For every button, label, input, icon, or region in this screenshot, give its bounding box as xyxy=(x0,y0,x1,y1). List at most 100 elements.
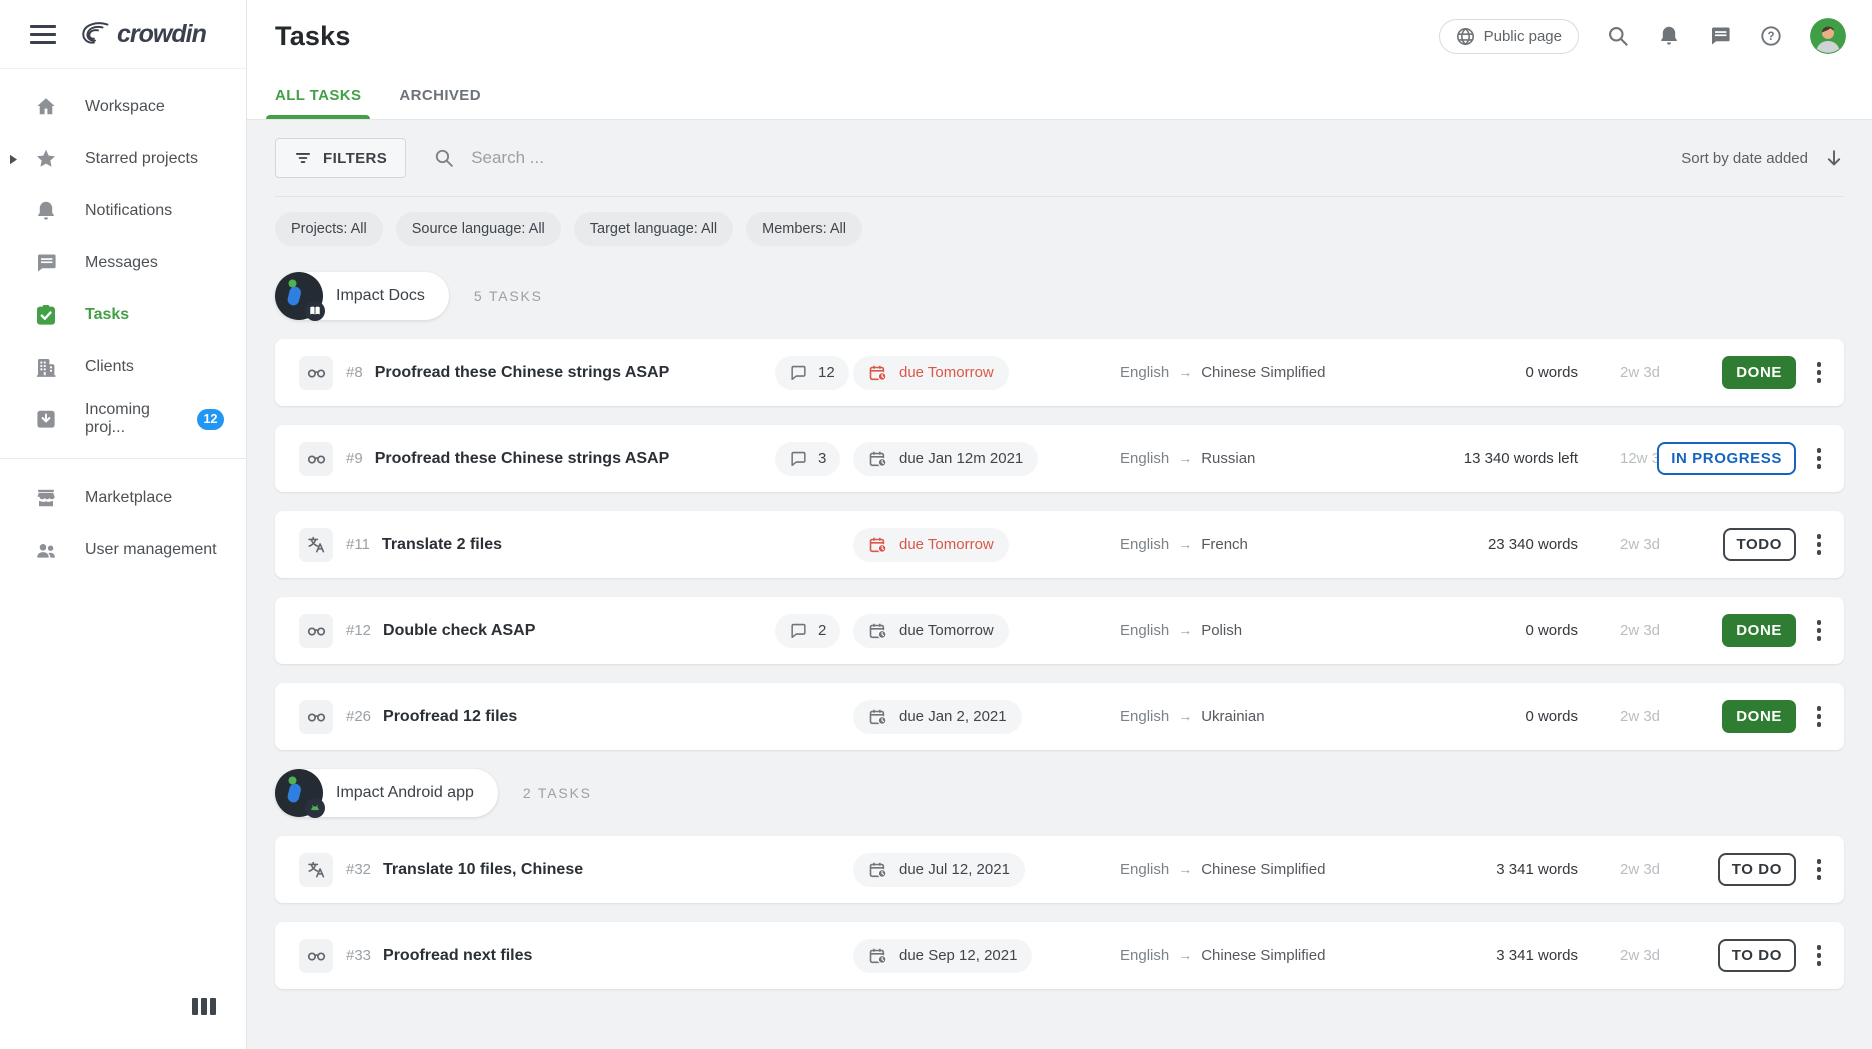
task-status: TODO xyxy=(1723,536,1796,554)
sidebar-item-label: User management xyxy=(85,541,217,559)
filter-chip[interactable]: Projects: All xyxy=(275,212,383,246)
task-due-label: due Jan 12m 2021 xyxy=(899,450,1023,467)
task-type-chip xyxy=(299,528,333,562)
sidebar-item-incoming-proj[interactable]: Incoming proj... 12 xyxy=(0,393,246,445)
task-title[interactable]: Translate 10 files, Chinese xyxy=(383,861,583,879)
sidebar-item-tasks[interactable]: Tasks xyxy=(0,289,246,341)
target-language: Polish xyxy=(1201,622,1242,639)
sidebar-item-workspace[interactable]: Workspace xyxy=(0,81,246,133)
building-icon xyxy=(34,355,58,379)
sidebar-item-clients[interactable]: Clients xyxy=(0,341,246,393)
task-title[interactable]: Proofread next files xyxy=(383,947,532,965)
status-badge: TO DO xyxy=(1718,939,1796,972)
kebab-menu-icon[interactable] xyxy=(1812,357,1827,388)
help-icon[interactable]: ? xyxy=(1759,24,1783,48)
sidebar-nav-primary: Workspace Starred projects Notifications… xyxy=(0,69,246,445)
task-row[interactable]: #12 Double check ASAP 2 due Tomorrow Eng… xyxy=(275,597,1844,664)
calendar-clock-icon xyxy=(868,860,888,880)
sidebar-item-label: Tasks xyxy=(85,306,129,324)
task-row[interactable]: #26 Proofread 12 files due Jan 2, 2021 E… xyxy=(275,683,1844,750)
sidebar-header: crowdin xyxy=(0,0,246,69)
task-due-chip: due Tomorrow xyxy=(853,356,1009,390)
arrow-right-icon: → xyxy=(1178,947,1192,963)
task-status: DONE xyxy=(1722,622,1796,640)
filters-button-label: FILTERS xyxy=(323,150,387,167)
filter-chip[interactable]: Source language: All xyxy=(396,212,561,246)
sort-control[interactable]: Sort by date added xyxy=(1681,148,1844,168)
task-title[interactable]: Translate 2 files xyxy=(382,536,502,554)
task-status: DONE xyxy=(1722,364,1796,382)
search-box xyxy=(433,147,1681,169)
task-due-label: due Sep 12, 2021 xyxy=(899,947,1017,964)
sidebar-item-messages[interactable]: Messages xyxy=(0,237,246,289)
project-pill[interactable]: Impact Docs xyxy=(275,272,449,320)
kebab-menu-icon[interactable] xyxy=(1812,529,1827,560)
source-language: English xyxy=(1120,450,1169,467)
android-badge-icon xyxy=(309,802,321,814)
columns-view-icon[interactable] xyxy=(192,998,216,1015)
sidebar-item-marketplace[interactable]: Marketplace xyxy=(0,472,246,524)
public-page-button[interactable]: Public page xyxy=(1439,19,1579,54)
inbox-icon xyxy=(34,407,58,431)
sidebar-item-label: Starred projects xyxy=(85,150,198,168)
filter-chip[interactable]: Members: All xyxy=(746,212,862,246)
kebab-menu-icon[interactable] xyxy=(1812,701,1827,732)
sidebar-item-notifications[interactable]: Notifications xyxy=(0,185,246,237)
sidebar-item-starred-projects[interactable]: Starred projects xyxy=(0,133,246,185)
task-age-label: 2w 3d xyxy=(1620,622,1660,639)
task-comments-chip[interactable]: 2 xyxy=(775,614,840,648)
sidebar-item-user-management[interactable]: User management xyxy=(0,524,246,576)
task-title[interactable]: Proofread these Chinese strings ASAP xyxy=(375,364,670,382)
task-comments-chip[interactable]: 12 xyxy=(775,356,849,390)
proofread-glasses-icon xyxy=(306,620,327,641)
calendar-clock-icon xyxy=(868,707,888,727)
task-title[interactable]: Proofread these Chinese strings ASAP xyxy=(375,450,670,468)
task-title[interactable]: Double check ASAP xyxy=(383,622,535,640)
task-comments-chip[interactable]: 3 xyxy=(775,442,840,476)
filter-chip[interactable]: Target language: All xyxy=(574,212,733,246)
sidebar-item-label: Notifications xyxy=(85,202,172,220)
task-type-chip xyxy=(299,356,333,390)
tab-all-tasks[interactable]: ALL TASKS xyxy=(275,72,361,119)
task-groups: Impact Docs 5 TASKS #8 Proofread these C… xyxy=(275,272,1844,989)
task-due-label: due Jul 12, 2021 xyxy=(899,861,1010,878)
user-avatar[interactable] xyxy=(1810,18,1846,54)
arrow-right-icon: → xyxy=(1178,536,1192,552)
sidebar-item-label: Incoming proj... xyxy=(85,401,170,437)
kebab-menu-icon[interactable] xyxy=(1812,940,1827,971)
star-icon xyxy=(34,147,58,171)
caret-right-icon[interactable] xyxy=(9,154,18,165)
proofread-glasses-icon xyxy=(306,448,327,469)
search-input[interactable] xyxy=(469,147,1681,169)
messages-icon[interactable] xyxy=(1708,24,1732,48)
task-row[interactable]: #8 Proofread these Chinese strings ASAP … xyxy=(275,339,1844,406)
task-type-chip xyxy=(299,614,333,648)
task-row[interactable]: #9 Proofread these Chinese strings ASAP … xyxy=(275,425,1844,492)
task-row[interactable]: #11 Translate 2 files due Tomorrow Engli… xyxy=(275,511,1844,578)
tab-archived[interactable]: ARCHIVED xyxy=(399,72,481,119)
task-language-block: English → Chinese Simplified 0 words xyxy=(1120,364,1578,381)
task-title[interactable]: Proofread 12 files xyxy=(383,708,517,726)
notifications-icon[interactable] xyxy=(1657,24,1681,48)
project-pill[interactable]: Impact Android app xyxy=(275,769,498,817)
crowdin-logo[interactable]: crowdin xyxy=(76,20,206,49)
task-status: TO DO xyxy=(1718,947,1796,965)
kebab-menu-icon[interactable] xyxy=(1812,854,1827,885)
task-due-label: due Tomorrow xyxy=(899,622,994,639)
task-row[interactable]: #33 Proofread next files due Sep 12, 202… xyxy=(275,922,1844,989)
task-row[interactable]: #32 Translate 10 files, Chinese due Jul … xyxy=(275,836,1844,903)
kebab-menu-icon[interactable] xyxy=(1812,443,1827,474)
task-type-chip xyxy=(299,442,333,476)
kebab-menu-icon[interactable] xyxy=(1812,615,1827,646)
menu-icon[interactable] xyxy=(30,21,56,48)
task-words-label: 0 words xyxy=(1525,708,1578,725)
filters-button[interactable]: FILTERS xyxy=(275,138,406,178)
search-icon[interactable] xyxy=(1606,24,1630,48)
count-badge: 12 xyxy=(197,409,224,430)
sort-direction-icon[interactable] xyxy=(1824,148,1844,168)
project-tasks-count: 2 TASKS xyxy=(523,785,592,801)
project-group-header: Impact Android app 2 TASKS xyxy=(275,769,1844,817)
page-title: Tasks xyxy=(275,21,351,52)
status-badge: DONE xyxy=(1722,700,1796,733)
task-type-chip xyxy=(299,700,333,734)
